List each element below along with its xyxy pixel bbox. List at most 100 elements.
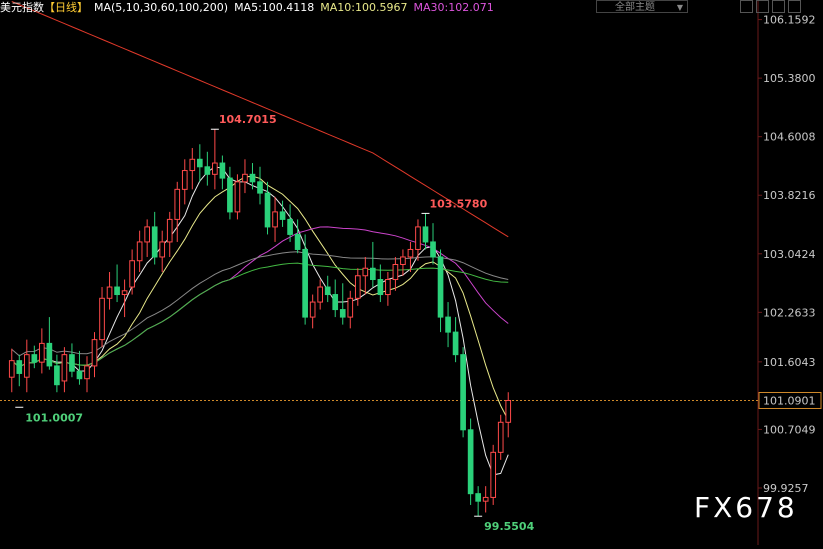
close-icon[interactable] (788, 0, 801, 13)
high2-label: 103.5780 (429, 197, 487, 210)
candle-body (279, 211, 286, 220)
candle-body (189, 158, 196, 172)
candle-body (196, 158, 203, 168)
candle-body (136, 241, 143, 262)
y-tick-label: 101.0901 (763, 394, 816, 407)
candle-body (46, 342, 53, 367)
chart-header: 美元指数【日线】 MA(5,10,30,60,100,200) MA5:100.41… (0, 0, 500, 16)
symbol-name: 美元指数 (0, 1, 44, 14)
candle-body (61, 354, 68, 382)
candle-body (242, 173, 248, 183)
candle-body (482, 496, 489, 502)
candle-body (294, 233, 301, 250)
watermark-logo: FX678 (694, 491, 798, 524)
candle-body (23, 354, 30, 378)
y-tick-label: 104.6008 (763, 131, 816, 144)
ma30-value: MA30:102.071 (413, 1, 494, 14)
chart-canvas[interactable]: 104.7015 103.5780 101.0007 99.5504 106.1592… (0, 0, 823, 545)
maximize-icon[interactable] (772, 0, 785, 13)
candle-body (272, 211, 278, 228)
candle-body (437, 256, 444, 318)
candle-body (151, 226, 158, 258)
candle-body (69, 354, 75, 372)
y-tick-label: 100.7049 (763, 423, 816, 436)
candle-body (475, 493, 481, 502)
candle-body (505, 399, 512, 423)
moving-average-lines (11, 1, 509, 476)
y-tick-label: 102.2633 (763, 306, 816, 319)
candle-body (392, 263, 399, 281)
candle-body (129, 260, 135, 288)
candle-body (114, 286, 120, 296)
restore-icon[interactable] (756, 0, 769, 13)
candle-body (287, 218, 293, 235)
ma10-line (11, 175, 509, 421)
candle-body (490, 451, 497, 498)
candle-body (166, 218, 173, 243)
high1-label: 104.7015 (219, 113, 277, 126)
low1-label: 101.0007 (25, 411, 83, 424)
candle-body (181, 170, 188, 190)
candle-body (445, 316, 451, 333)
candle-body (430, 241, 436, 258)
candles (8, 129, 512, 517)
candlestick-chart[interactable]: 104.7015 103.5780 101.0007 99.5504 106.1592… (0, 0, 823, 545)
candle-body (309, 301, 316, 318)
candle-body (144, 226, 150, 243)
indicator-name[interactable]: MA(5,10,30,60,100,200) (94, 1, 228, 14)
ma5-line (11, 166, 509, 476)
candle-body (31, 354, 38, 363)
candle-body (84, 365, 90, 380)
candle-body (370, 267, 376, 281)
candle-body (339, 309, 346, 318)
candle-body (362, 267, 369, 277)
candle-body (91, 339, 98, 367)
price-annotations: 104.7015 103.5780 101.0007 99.5504 (15, 113, 535, 533)
y-tick-label: 101.6043 (763, 356, 816, 369)
candle-body (54, 365, 60, 386)
candle-body (264, 192, 271, 228)
candle-body (347, 297, 354, 318)
theme-dropdown[interactable]: 全部主题 ▼ (596, 0, 688, 13)
y-tick-label: 105.3800 (763, 72, 816, 85)
candle-body (106, 286, 113, 299)
candle-body (227, 177, 233, 213)
candle-body (76, 370, 83, 380)
candle-body (121, 290, 128, 296)
candle-body (159, 241, 166, 258)
candle-body (8, 360, 15, 378)
candle-body (460, 354, 466, 431)
price-axis: 106.1592 105.3800 104.6008 103.8216 103.0424… (758, 14, 822, 495)
ma60-line (11, 262, 509, 368)
candle-body (302, 248, 308, 318)
candle-body (219, 162, 226, 179)
y-tick-label: 106.1592 (763, 14, 816, 27)
candle-body (354, 275, 361, 299)
candle-body (407, 248, 414, 258)
candle-body (174, 188, 181, 220)
candle-body (400, 256, 406, 265)
ma10-value: MA10:100.5967 (320, 1, 408, 14)
candle-body (204, 166, 211, 175)
candle-body (39, 342, 45, 363)
y-tick-label: 103.8216 (763, 189, 816, 202)
ma100-line (11, 251, 509, 357)
candle-body (317, 286, 324, 303)
period-label[interactable]: 【日线】 (44, 1, 88, 14)
candle-body (422, 226, 429, 243)
minimize-icon[interactable] (740, 0, 753, 13)
candle-body (497, 421, 504, 453)
ma5-value: MA5:100.4118 (234, 1, 315, 14)
chevron-down-icon: ▼ (676, 3, 683, 12)
low2-label: 99.5504 (484, 520, 534, 533)
candle-body (99, 297, 105, 341)
y-tick-label: 103.0424 (763, 248, 816, 261)
candle-body (415, 226, 421, 250)
candle-body (234, 181, 241, 213)
candle-body (16, 360, 23, 374)
candle-body (257, 181, 263, 194)
candle-body (212, 162, 218, 175)
candle-body (377, 279, 384, 296)
grid-lines (0, 0, 759, 545)
candle-body (332, 294, 339, 311)
